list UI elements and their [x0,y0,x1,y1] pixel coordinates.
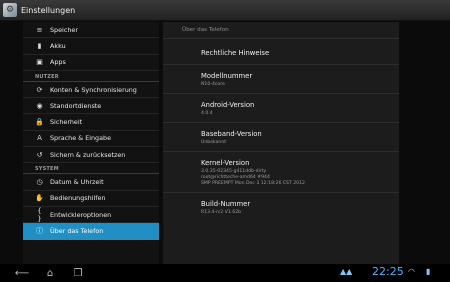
list-item-apps[interactable]: ▣ Apps [23,55,159,71]
clock-icon: ◷ [36,178,43,187]
section-header-nutzer: NUTZER [23,71,159,82]
list-item-security[interactable]: 🔒 Sicherheit [23,114,159,131]
list-item-label: Entwickleroptionen [50,210,112,219]
android-version-row[interactable]: Android-Version 4.0.4 [163,94,399,123]
list-item-label: Datum & Uhrzeit [50,178,104,187]
list-item-label: Über das Telefon [50,226,104,235]
home-icon[interactable]: ⌂ [36,268,64,279]
settings-icon[interactable]: ⚙ [3,3,17,17]
settings-list[interactable]: ≡ Speicher ▮ Akku ▣ Apps NUTZER ⟳ Konten… [23,22,159,264]
list-item-label: Speicher [50,25,78,34]
wifi-icon: ◠ [408,267,415,276]
list-item-date-time[interactable]: ◷ Datum & Uhrzeit [23,174,159,191]
list-item-backup[interactable]: ↺ Sichern & zurücksetzen [23,147,159,164]
list-item-accessibility[interactable]: ✋ Bedienungshilfen [23,191,159,207]
clock[interactable]: 22:25 [372,265,404,278]
baseband-value: Unbekannt [201,140,227,145]
list-item-developer[interactable]: { } Entwickleroptionen [23,206,159,224]
storage-icon: ≡ [36,25,43,34]
system-bar: ⟵ ⌂ ❐ ▲▲ 22:25 ◠ ▮ [0,264,450,282]
battery-status-icon: ▮ [426,267,431,276]
build-title: Build-Nummer [201,200,251,208]
list-item-label: Sichern & zurücksetzen [50,150,126,159]
android-version-title: Android-Version [201,101,255,109]
detail-panel: Über das Telefon Rechtliche Hinweise Mod… [163,22,399,264]
notification-icons[interactable]: ▲▲ [340,267,352,276]
kernel-line-3: SMP PREEMPT Mon Dec 3 12:18:26 CST 2012 [201,181,305,186]
baseband-title: Baseband-Version [201,130,262,138]
app-title: Einstellungen [21,5,76,15]
model-value: N10-4core [201,82,225,87]
list-item-accounts-sync[interactable]: ⟳ Konten & Synchronisierung [23,82,159,99]
apps-icon: ▣ [36,58,43,67]
model-row: Modellnummer N10-4core [163,65,399,94]
language-icon: A [37,134,42,143]
back-icon[interactable]: ⟵ [8,268,36,279]
action-bar: ⚙ Einstellungen [0,0,450,21]
list-item-storage[interactable]: ≡ Speicher [23,22,159,39]
recent-apps-icon[interactable]: ❐ [64,268,92,279]
legal-info-row[interactable]: Rechtliche Hinweise [163,39,399,65]
list-item-label: Sprache & Eingabe [50,134,112,143]
backup-icon: ↺ [36,150,43,159]
list-item-label: Sicherheit [50,118,83,127]
battery-icon: ▮ [37,41,42,50]
legal-info-title: Rechtliche Hinweise [201,49,270,57]
list-item-location[interactable]: ◉ Standortdienste [23,98,159,115]
android-version-value: 4.0.4 [201,111,213,116]
kernel-title: Kernel-Version [201,159,250,167]
main-area: ≡ Speicher ▮ Akku ▣ Apps NUTZER ⟳ Konten… [0,21,450,264]
detail-header: Über das Telefon [163,22,399,39]
list-item-about-phone[interactable]: ⓘ Über das Telefon [23,223,159,240]
kernel-row: Kernel-Version 3.0.35-02345-g411ddb-dirt… [163,152,399,193]
build-value: R13.4-rc2 V1.62b [201,210,242,215]
lock-icon: 🔒 [35,118,44,127]
list-item-label: Akku [50,41,66,50]
accessibility-icon: ✋ [35,194,44,203]
list-item-language[interactable]: A Sprache & Eingabe [23,131,159,148]
list-item-battery[interactable]: ▮ Akku [23,38,159,55]
list-item-label: Konten & Synchronisierung [50,85,137,94]
developer-icon: { } [37,206,42,223]
info-icon: ⓘ [36,226,43,235]
sync-icon: ⟳ [36,85,43,94]
list-item-label: Standortdienste [50,101,102,110]
model-title: Modellnummer [201,72,253,80]
location-icon: ◉ [36,101,43,110]
baseband-row: Baseband-Version Unbekannt [163,123,399,152]
list-item-label: Bedienungshilfen [50,194,106,203]
list-item-label: Apps [50,58,66,67]
section-header-system: SYSTEM [23,163,159,175]
build-row[interactable]: Build-Nummer R13.4-rc2 V1.62b [163,193,399,221]
